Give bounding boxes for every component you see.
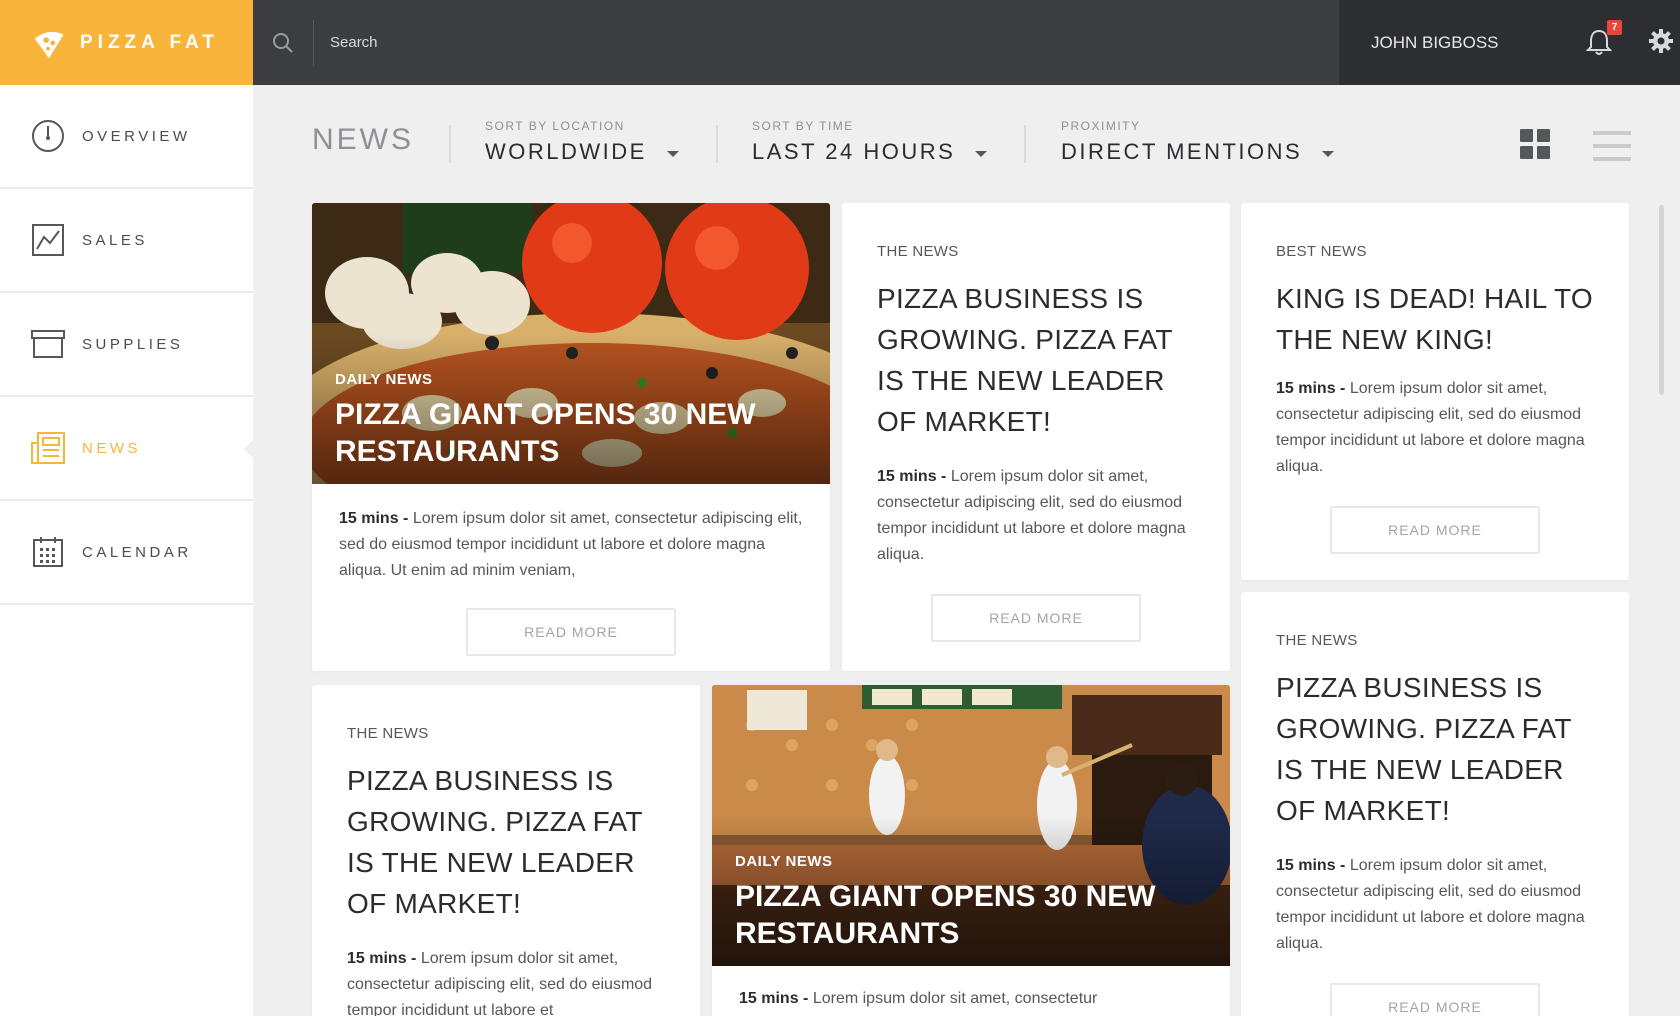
news-excerpt: 15 mins - Lorem ipsum dolor sit amet, co… [347, 946, 665, 1016]
news-excerpt: 15 mins - Lorem ipsum dolor sit amet, co… [1276, 380, 1585, 475]
list-icon [1593, 131, 1631, 161]
time-dropdown-value: LAST 24 HOURS [752, 139, 956, 164]
time-dropdown[interactable]: LAST 24 HOURS [752, 139, 988, 165]
top-bar: PIZZA FAT JOHN BIGBOSS 7 [0, 0, 1680, 85]
news-excerpt: 15 mins - Lorem ipsum dolor sit amet, co… [339, 510, 803, 579]
sidebar-item-news[interactable]: NEWS [0, 397, 254, 501]
news-body: 15 mins - Lorem ipsum dolor sit amet, co… [312, 506, 830, 656]
list-view-button[interactable] [1593, 131, 1631, 163]
time-filter-label: SORT BY TIME [752, 119, 854, 133]
sidebar-item-overview[interactable]: OVERVIEW [0, 85, 253, 189]
news-card: DAILY NEWS PIZZA GIANT OPENS 30 NEW REST… [312, 203, 830, 671]
chevron-down-icon [1322, 151, 1335, 157]
news-time: 15 mins [347, 950, 407, 967]
news-headline[interactable]: PIZZA GIANT OPENS 30 NEW RESTAURANTS [735, 878, 1195, 952]
search-divider [313, 19, 314, 66]
sidebar: OVERVIEW SALES SUPPLIES NEWS CALENDAR [0, 85, 254, 1016]
news-card: THE NEWS PIZZA BUSINESS IS GROWING. PIZZ… [842, 203, 1230, 671]
location-filter-label: SORT BY LOCATION [485, 119, 625, 133]
news-category: THE NEWS [1276, 632, 1358, 649]
news-time: 15 mins [1276, 857, 1336, 874]
search-bar [253, 0, 1339, 85]
scrollbar[interactable] [1659, 205, 1664, 395]
divider [1024, 125, 1026, 163]
news-card: DAILY NEWS PIZZA GIANT OPENS 30 NEW REST… [712, 685, 1230, 1016]
news-excerpt-text: Lorem ipsum dolor sit amet, consectetur [812, 990, 1098, 1007]
news-body: THE NEWS PIZZA BUSINESS IS GROWING. PIZZ… [312, 725, 700, 1016]
sidebar-item-label: NEWS [82, 439, 141, 457]
chevron-down-icon [666, 151, 679, 157]
news-headline[interactable]: PIZZA BUSINESS IS GROWING. PIZZA FAT IS … [1276, 667, 1594, 831]
news-time: 15 mins [1276, 380, 1336, 397]
read-more-button[interactable]: READ MORE [931, 594, 1141, 642]
grid-view-button[interactable] [1520, 129, 1554, 163]
search-icon[interactable] [253, 0, 313, 85]
search-input[interactable] [330, 34, 930, 51]
news-category: BEST NEWS [1276, 243, 1367, 260]
filter-bar: NEWS SORT BY LOCATION WORLDWIDE SORT BY … [253, 85, 1680, 195]
news-time: 15 mins [877, 468, 937, 485]
proximity-filter: PROXIMITY DIRECT MENTIONS [1061, 119, 1335, 165]
read-more-button[interactable]: READ MORE [1330, 506, 1540, 554]
time-filter: SORT BY TIME LAST 24 HOURS [752, 119, 988, 165]
calendar-icon [30, 534, 66, 570]
news-headline[interactable]: PIZZA GIANT OPENS 30 NEW RESTAURANTS [335, 396, 795, 470]
news-body: THE NEWS PIZZA BUSINESS IS GROWING. PIZZ… [1241, 632, 1629, 1016]
news-body: THE NEWS PIZZA BUSINESS IS GROWING. PIZZ… [842, 243, 1230, 642]
news-category: THE NEWS [347, 725, 429, 742]
logo[interactable]: PIZZA FAT [0, 0, 253, 85]
proximity-dropdown[interactable]: DIRECT MENTIONS [1061, 139, 1335, 165]
divider [716, 125, 718, 163]
user-name[interactable]: JOHN BIGBOSS [1371, 33, 1586, 53]
sidebar-item-label: CALENDAR [82, 543, 192, 561]
proximity-filter-label: PROXIMITY [1061, 119, 1141, 133]
sidebar-item-label: SUPPLIES [82, 335, 184, 353]
box-icon [30, 326, 66, 362]
news-image[interactable]: DAILY NEWS PIZZA GIANT OPENS 30 NEW REST… [712, 685, 1230, 966]
read-more-button[interactable]: READ MORE [466, 608, 676, 656]
newspaper-icon [30, 430, 66, 466]
location-filter: SORT BY LOCATION WORLDWIDE [485, 119, 679, 165]
chart-icon [30, 222, 66, 258]
notification-badge: 7 [1607, 19, 1622, 35]
proximity-dropdown-value: DIRECT MENTIONS [1061, 139, 1303, 164]
gauge-icon [30, 118, 66, 154]
gear-icon [1649, 28, 1673, 53]
news-body: 15 mins - Lorem ipsum dolor sit amet, co… [712, 986, 1230, 1012]
divider [449, 125, 451, 163]
news-headline[interactable]: PIZZA BUSINESS IS GROWING. PIZZA FAT IS … [347, 760, 665, 924]
user-area: JOHN BIGBOSS 7 [1339, 0, 1680, 85]
chevron-down-icon [975, 151, 988, 157]
pizza-slice-icon [32, 28, 65, 58]
sidebar-item-calendar[interactable]: CALENDAR [0, 501, 253, 605]
news-excerpt: 15 mins - Lorem ipsum dolor sit amet, co… [739, 990, 1098, 1007]
news-time: 15 mins [339, 510, 399, 527]
news-category: THE NEWS [877, 243, 959, 260]
settings-button[interactable] [1648, 28, 1678, 58]
sidebar-item-label: OVERVIEW [82, 127, 191, 145]
news-headline[interactable]: PIZZA BUSINESS IS GROWING. PIZZA FAT IS … [877, 278, 1195, 442]
sidebar-item-supplies[interactable]: SUPPLIES [0, 293, 253, 397]
notifications-button[interactable]: 7 [1585, 19, 1622, 58]
news-excerpt: 15 mins - Lorem ipsum dolor sit amet, co… [877, 468, 1186, 563]
news-headline[interactable]: KING IS DEAD! HAIL TO THE NEW KING! [1276, 278, 1594, 360]
news-excerpt: 15 mins - Lorem ipsum dolor sit amet, co… [1276, 857, 1585, 952]
news-card: BEST NEWS KING IS DEAD! HAIL TO THE NEW … [1241, 203, 1629, 580]
sidebar-item-label: SALES [82, 231, 148, 249]
news-category: DAILY NEWS [335, 371, 433, 388]
read-more-button[interactable]: READ MORE [1330, 983, 1540, 1016]
page-title: NEWS [312, 123, 414, 156]
logo-text: PIZZA FAT [80, 31, 219, 53]
news-image[interactable]: DAILY NEWS PIZZA GIANT OPENS 30 NEW REST… [312, 203, 830, 484]
location-dropdown[interactable]: WORLDWIDE [485, 139, 679, 165]
news-category: DAILY NEWS [735, 853, 833, 870]
sidebar-item-sales[interactable]: SALES [0, 189, 253, 293]
news-body: BEST NEWS KING IS DEAD! HAIL TO THE NEW … [1241, 243, 1629, 554]
location-dropdown-value: WORLDWIDE [485, 139, 647, 164]
news-card: THE NEWS PIZZA BUSINESS IS GROWING. PIZZ… [312, 685, 700, 1016]
grid-icon [1520, 129, 1550, 159]
news-time: 15 mins [739, 990, 799, 1007]
news-card: THE NEWS PIZZA BUSINESS IS GROWING. PIZZ… [1241, 592, 1629, 1016]
